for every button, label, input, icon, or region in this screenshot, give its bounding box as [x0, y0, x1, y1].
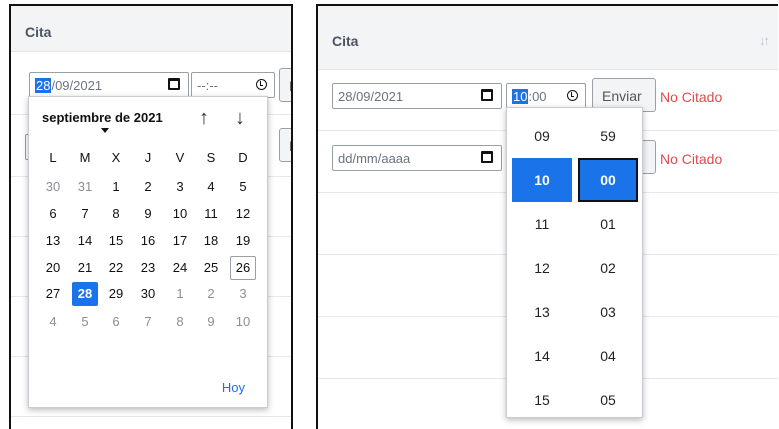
day-cell[interactable]: 4	[40, 310, 66, 334]
day-cell[interactable]: 25	[198, 256, 224, 280]
calendar-icon[interactable]	[481, 89, 493, 101]
day-cell[interactable]: 5	[230, 175, 256, 199]
day-cell[interactable]: 30	[135, 282, 161, 306]
day-cell[interactable]: 1	[103, 175, 129, 199]
minute-option[interactable]: 02	[578, 246, 638, 290]
sort-icon[interactable]: ↓↑	[759, 33, 770, 48]
date-picker-popup[interactable]: septiembre de 2021 ↑ ↓ L M X J V S D 30 31 1 2 3 4 5 6…	[28, 96, 268, 408]
day-cell[interactable]: 29	[103, 282, 129, 306]
day-cell[interactable]: 7	[135, 310, 161, 334]
date-placeholder: dd/mm/aaaa	[338, 151, 411, 166]
day-cell[interactable]: 27	[40, 282, 66, 306]
day-cell[interactable]: 14	[72, 229, 98, 253]
day-cell[interactable]: 13	[40, 229, 66, 253]
today-button[interactable]: Hoy	[222, 380, 245, 395]
day-cell[interactable]: 19	[230, 229, 256, 253]
arrow-up-icon[interactable]: ↑	[199, 108, 209, 128]
day-cell[interactable]: 23	[135, 256, 161, 280]
day-cell[interactable]: 3	[167, 175, 193, 199]
panel-header: Cita ↓↑	[318, 6, 778, 70]
weekday-header: L	[49, 150, 57, 165]
hour-option[interactable]: 15	[512, 378, 572, 422]
weekday-header: D	[238, 150, 248, 165]
weekday-header: X	[111, 150, 121, 165]
day-cell[interactable]: 6	[40, 202, 66, 226]
status-label: No Citado	[660, 89, 723, 105]
day-cell[interactable]: 10	[230, 310, 256, 334]
weekday-header: S	[206, 150, 216, 165]
weekday-header: V	[175, 150, 185, 165]
hour-option[interactable]: 09	[512, 114, 572, 158]
send-button[interactable]: E	[279, 68, 291, 102]
day-cell[interactable]: 9	[135, 202, 161, 226]
date-day-segment[interactable]: 28	[35, 78, 52, 93]
day-cell[interactable]: 1	[167, 282, 193, 306]
time-input[interactable]: --:--	[191, 72, 275, 98]
day-cell[interactable]: 6	[103, 310, 129, 334]
weekday-header: M	[79, 150, 91, 165]
day-cell[interactable]: 2	[135, 175, 161, 199]
calendar-icon[interactable]	[168, 78, 180, 90]
date-input-2[interactable]: dd/mm/aaaa	[332, 145, 502, 171]
hour-option[interactable]: 12	[512, 246, 572, 290]
day-cell[interactable]: 18	[198, 229, 224, 253]
day-cell[interactable]: 3	[230, 282, 256, 306]
day-cell[interactable]: 24	[167, 256, 193, 280]
day-cell[interactable]: 20	[40, 256, 66, 280]
day-cell[interactable]: 30	[40, 175, 66, 199]
arrow-down-icon[interactable]: ↓	[235, 108, 245, 128]
time-rest: :00	[528, 89, 547, 104]
hour-option[interactable]: 14	[512, 334, 572, 378]
time-hour-segment[interactable]: 10	[512, 89, 529, 104]
day-cell[interactable]: 9	[198, 310, 224, 334]
row-divider	[11, 416, 291, 417]
day-cell[interactable]: 4	[198, 175, 224, 199]
minute-option[interactable]: 03	[578, 290, 638, 334]
day-cell[interactable]: 28	[72, 282, 98, 306]
date-input[interactable]: 28/09/2021	[332, 83, 502, 109]
time-input[interactable]: 10:00	[506, 83, 586, 109]
day-cell[interactable]: 8	[103, 202, 129, 226]
panel-header: Cita	[11, 6, 291, 52]
status-label: No Citado	[660, 151, 723, 167]
time-picker-popup[interactable]: 09 10 11 12 13 14 15 59 00 01 02 03 04 05	[506, 107, 643, 418]
day-cell[interactable]: 8	[167, 310, 193, 334]
day-cell[interactable]: 17	[167, 229, 193, 253]
header-title: Cita	[332, 33, 359, 49]
day-cell[interactable]: 10	[167, 202, 193, 226]
day-cell[interactable]: 22	[103, 256, 129, 280]
minute-option[interactable]: 59	[578, 114, 638, 158]
weekday-header: J	[144, 150, 152, 165]
hour-option[interactable]: 10	[512, 158, 572, 202]
hour-option[interactable]: 11	[512, 202, 572, 246]
header-title: Cita	[25, 24, 52, 40]
day-cell[interactable]: 16	[135, 229, 161, 253]
clock-icon[interactable]	[256, 79, 267, 90]
day-cell[interactable]: 7	[72, 202, 98, 226]
minute-option[interactable]: 05	[578, 378, 638, 422]
calendar-icon[interactable]	[481, 151, 493, 163]
day-cell[interactable]: 26	[230, 256, 256, 280]
date-input[interactable]: 28/09/2021	[29, 72, 189, 98]
day-cell[interactable]: 5	[72, 310, 98, 334]
day-cell[interactable]: 12	[230, 202, 256, 226]
minute-option[interactable]: 04	[578, 334, 638, 378]
day-cell[interactable]: 11	[198, 202, 224, 226]
date-rest: /09/2021	[51, 78, 103, 93]
month-year-selector[interactable]: septiembre de 2021	[42, 110, 163, 125]
day-cell[interactable]: 21	[72, 256, 98, 280]
time-placeholder: --:--	[197, 78, 218, 93]
day-cell[interactable]: 15	[103, 229, 129, 253]
hour-option[interactable]: 13	[512, 290, 572, 334]
send-button-2[interactable]: E	[279, 128, 291, 162]
minute-option[interactable]: 01	[578, 202, 638, 246]
day-cell[interactable]: 31	[72, 175, 98, 199]
chevron-down-icon[interactable]	[101, 128, 109, 133]
day-cell[interactable]: 2	[198, 282, 224, 306]
date-value: 28/09/2021	[338, 89, 404, 104]
minute-option[interactable]: 00	[578, 158, 638, 202]
clock-icon[interactable]	[567, 90, 578, 101]
